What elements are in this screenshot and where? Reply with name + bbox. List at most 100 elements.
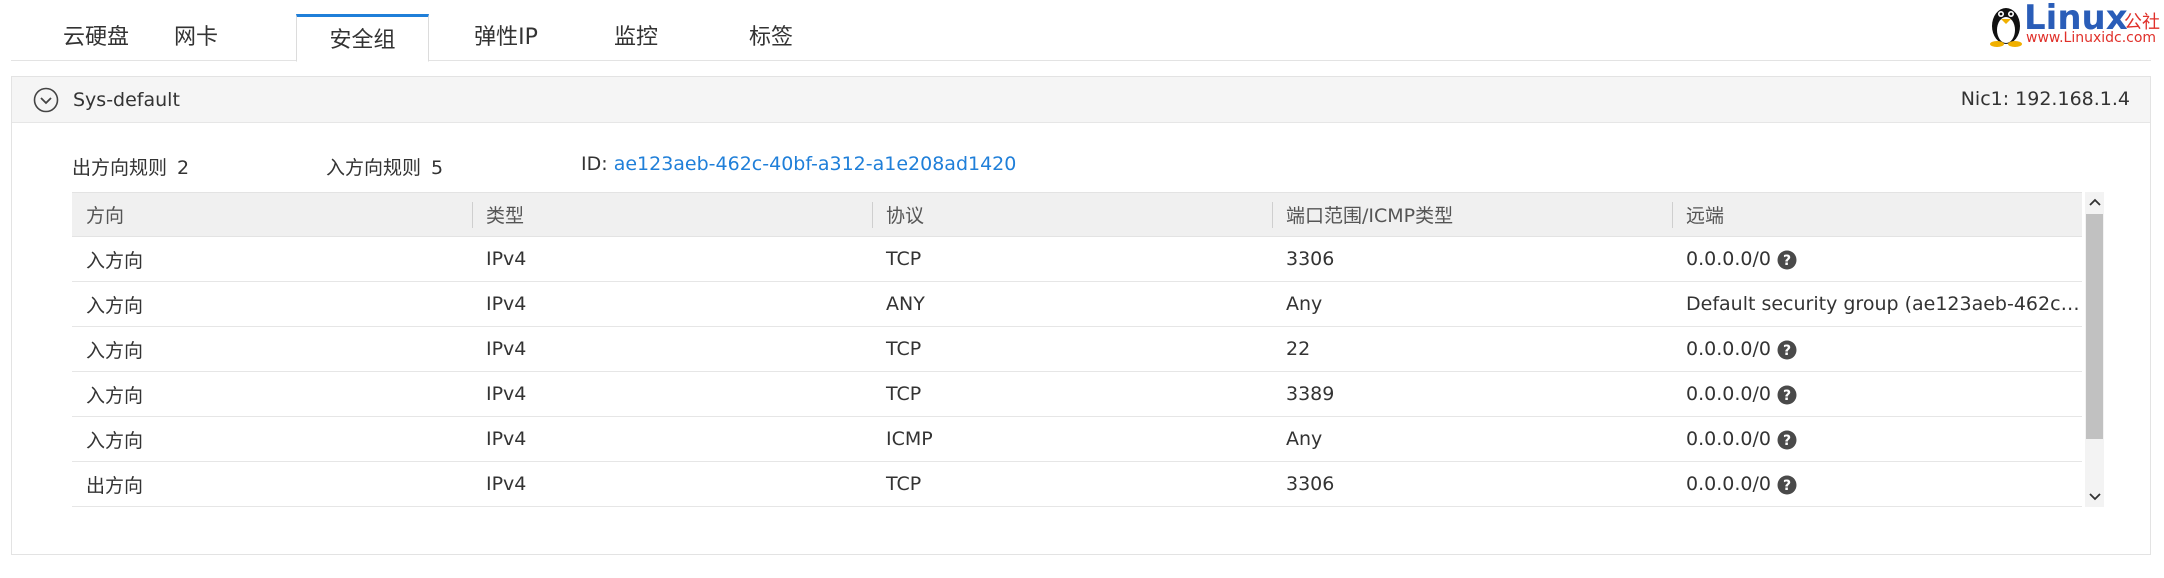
remote-value: 0.0.0.0/0 — [1686, 338, 1771, 360]
cell-protocol: TCP — [872, 236, 1272, 282]
table-row[interactable]: 入方向 IPv4 ICMP Any 0.0.0.0/0? — [72, 416, 2082, 462]
column-header-protocol: 协议 — [872, 192, 1272, 237]
tux-penguin-icon — [1990, 8, 2022, 47]
direction-value: 入方向 — [86, 294, 144, 317]
tab-tags[interactable]: 标签 — [726, 14, 816, 62]
type-value: IPv4 — [486, 473, 527, 495]
direction-value: 入方向 — [86, 339, 144, 362]
cell-type: IPv4 — [472, 416, 872, 462]
column-header-direction: 方向 — [72, 192, 472, 237]
cell-protocol: TCP — [872, 461, 1272, 507]
cell-remote: 0.0.0.0/0? — [1672, 461, 2082, 507]
cell-remote: 0.0.0.0/0? — [1672, 326, 2082, 372]
tab-bar: 云硬盘 网卡 安全组 弹性IP 监控 标签 — [11, 0, 2151, 62]
cell-protocol: TCP — [872, 326, 1272, 372]
question-circle-icon[interactable]: ? — [1777, 250, 1797, 270]
cell-type: IPv4 — [472, 236, 872, 282]
question-circle-icon[interactable]: ? — [1777, 430, 1797, 450]
port-value: 3306 — [1286, 473, 1335, 495]
tab-security-group[interactable]: 安全组 — [296, 14, 429, 62]
chevron-down-icon[interactable] — [2085, 487, 2104, 507]
tab-monitor[interactable]: 监控 — [591, 14, 681, 62]
outbound-count: 2 — [177, 157, 190, 179]
cell-direction: 入方向 — [72, 281, 472, 327]
remote-value: 0.0.0.0/0 — [1686, 428, 1771, 450]
panel-title: Sys-default — [73, 89, 180, 111]
cell-protocol: ICMP — [872, 416, 1272, 462]
cell-type: IPv4 — [472, 371, 872, 417]
cell-type: IPv4 — [472, 326, 872, 372]
scroll-thumb[interactable] — [2086, 214, 2103, 439]
port-value: 22 — [1286, 338, 1311, 360]
svg-text:?: ? — [1783, 478, 1791, 494]
cell-direction: 入方向 — [72, 416, 472, 462]
direction-value: 入方向 — [86, 249, 144, 272]
direction-value: 出方向 — [86, 474, 144, 497]
nic-info: Nic1: 192.168.1.4 — [1960, 88, 2130, 110]
protocol-value: TCP — [886, 473, 922, 495]
question-circle-icon[interactable]: ? — [1777, 340, 1797, 360]
chevron-circle-down-icon[interactable] — [33, 87, 59, 113]
cell-protocol: ANY — [872, 281, 1272, 327]
cell-type: IPv4 — [472, 461, 872, 507]
cell-port: 3306 — [1272, 236, 1672, 282]
direction-value: 入方向 — [86, 429, 144, 452]
cell-remote: 0.0.0.0/0? — [1672, 371, 2082, 417]
chevron-up-icon[interactable] — [2085, 192, 2104, 212]
inbound-label: 入方向规则 — [326, 157, 422, 179]
remote-value: 0.0.0.0/0 — [1686, 383, 1771, 405]
table-row[interactable]: 入方向 IPv4 TCP 3389 0.0.0.0/0? — [72, 371, 2082, 417]
port-value: 3306 — [1286, 248, 1335, 270]
tab-cloud-disk[interactable]: 云硬盘 — [41, 14, 151, 62]
direction-value: 入方向 — [86, 384, 144, 407]
protocol-value: TCP — [886, 338, 922, 360]
id-link[interactable]: ae123aeb-462c-40bf-a312-a1e208ad1420 — [614, 153, 1017, 175]
port-value: Any — [1286, 293, 1323, 315]
security-group-panel: Sys-default Nic1: 192.168.1.4 出方向规则 2 入方向… — [11, 76, 2151, 555]
cell-remote: 0.0.0.0/0? — [1672, 236, 2082, 282]
cell-direction: 入方向 — [72, 236, 472, 282]
table-row[interactable]: 出方向 IPv4 TCP 3306 0.0.0.0/0? — [72, 461, 2082, 507]
remote-value: 0.0.0.0/0 — [1686, 473, 1771, 495]
id-label: ID: — [581, 153, 608, 175]
type-value: IPv4 — [486, 428, 527, 450]
type-value: IPv4 — [486, 248, 527, 270]
cell-protocol: TCP — [872, 371, 1272, 417]
cell-port: Any — [1272, 281, 1672, 327]
linux-logo: Linux 公社 www.Linuxidc.com — [1986, 0, 2164, 50]
cell-remote: 0.0.0.0/0? — [1672, 416, 2082, 462]
inbound-count: 5 — [431, 157, 444, 179]
svg-text:?: ? — [1783, 253, 1791, 269]
question-circle-icon[interactable]: ? — [1777, 385, 1797, 405]
cell-direction: 出方向 — [72, 461, 472, 507]
column-header-port: 端口范围/ICMP类型 — [1272, 192, 1672, 237]
cell-remote: Default security group (ae123aeb-462c-..… — [1672, 281, 2082, 327]
cell-port: 3389 — [1272, 371, 1672, 417]
tab-nic[interactable]: 网卡 — [151, 14, 241, 62]
type-value: IPv4 — [486, 383, 527, 405]
panel-header[interactable]: Sys-default Nic1: 192.168.1.4 — [12, 77, 2150, 123]
outbound-rules-count: 出方向规则 2 — [72, 153, 189, 180]
column-header-type: 类型 — [472, 192, 872, 237]
table-row[interactable]: 入方向 IPv4 ANY Any Default security group (ae1… — [72, 281, 2082, 327]
table-row[interactable]: 入方向 IPv4 TCP 22 0.0.0.0/0? — [72, 326, 2082, 372]
question-circle-icon[interactable]: ? — [1777, 475, 1797, 495]
table-row[interactable]: 入方向 IPv4 TCP 3306 0.0.0.0/0? — [72, 236, 2082, 282]
logo-url: www.Linuxidc.com — [2026, 30, 2157, 46]
table-header-row: 方向 类型 协议 端口范围/ICMP类型 远端 — [72, 192, 2082, 237]
security-group-id: ID: ae123aeb-462c-40bf-a312-a1e208ad1420 — [581, 153, 1016, 175]
protocol-value: TCP — [886, 248, 922, 270]
svg-text:?: ? — [1783, 388, 1791, 404]
svg-text:?: ? — [1783, 343, 1791, 359]
table-scrollbar[interactable] — [2085, 192, 2104, 507]
cell-direction: 入方向 — [72, 371, 472, 417]
cell-port: 22 — [1272, 326, 1672, 372]
type-value: IPv4 — [486, 338, 527, 360]
cell-port: Any — [1272, 416, 1672, 462]
type-value: IPv4 — [486, 293, 527, 315]
remote-value: Default security group (ae123aeb-462c-..… — [1686, 293, 2082, 315]
tab-elastic-ip[interactable]: 弹性IP — [451, 14, 561, 62]
outbound-label: 出方向规则 — [72, 157, 168, 179]
inbound-rules-count: 入方向规则 5 — [326, 153, 443, 180]
cell-type: IPv4 — [472, 281, 872, 327]
